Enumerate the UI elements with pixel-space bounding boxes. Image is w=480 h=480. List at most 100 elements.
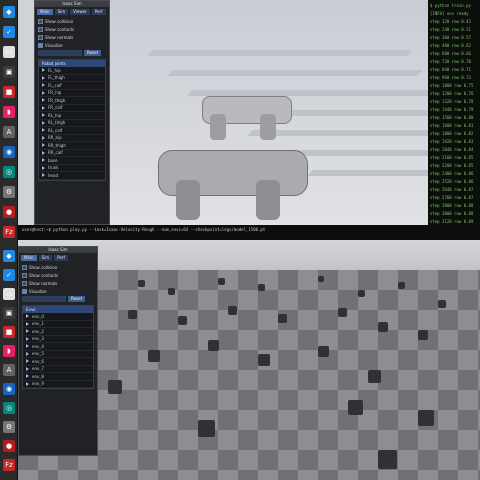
list-item[interactable]: env_5 [23, 351, 93, 358]
expand-arrow-icon[interactable] [42, 173, 45, 178]
settings-icon[interactable]: ⚙ [3, 421, 15, 433]
list-item[interactable]: FL_hip [39, 67, 105, 75]
mode-select[interactable] [38, 50, 82, 56]
list-item[interactable]: env_2 [23, 328, 93, 336]
option-row[interactable]: Visualize [19, 287, 97, 295]
list-item[interactable]: RL_calf [39, 127, 105, 135]
list-item[interactable]: trunk [39, 165, 105, 172]
expand-arrow-icon[interactable] [42, 68, 45, 73]
vscode-icon[interactable]: ◆ [3, 6, 15, 18]
option-row[interactable]: Show normals [35, 33, 109, 41]
terminal-output[interactable]: $ python train.py [INFO] env ready step 12… [428, 0, 480, 240]
expand-arrow-icon[interactable] [42, 105, 45, 110]
tab-sim[interactable]: Sim [54, 9, 69, 15]
reset-button[interactable]: Reset [68, 296, 86, 302]
option-checkbox[interactable] [38, 34, 43, 40]
option-row[interactable]: Show contacts [35, 25, 109, 33]
expand-arrow-icon[interactable] [26, 329, 29, 334]
expand-arrow-icon[interactable] [26, 314, 29, 319]
expand-arrow-icon[interactable] [26, 344, 29, 349]
file-icon[interactable]: ▭ [3, 288, 15, 300]
viewport-top[interactable] [110, 0, 480, 240]
option-checkbox[interactable] [22, 272, 27, 278]
a-app-icon[interactable]: A [3, 126, 15, 138]
teal-app-icon[interactable]: ◎ [3, 402, 15, 414]
check-app-icon[interactable]: ✓ [3, 269, 15, 281]
pink-app-icon[interactable]: ◗ [3, 345, 15, 357]
expand-arrow-icon[interactable] [42, 75, 45, 80]
option-row[interactable]: Show normals [19, 279, 97, 287]
filezilla-icon[interactable]: Fz [3, 459, 15, 471]
option-row[interactable]: Show collision [19, 263, 97, 271]
expand-arrow-icon[interactable] [26, 381, 29, 386]
list-item[interactable]: FL_thigh [39, 75, 105, 82]
option-checkbox[interactable] [38, 18, 43, 24]
red-app-2-icon[interactable]: ● [3, 440, 15, 452]
expand-arrow-icon[interactable] [26, 366, 29, 371]
blue-app-icon[interactable]: ◉ [3, 146, 15, 158]
list-item[interactable]: RR_hip [39, 135, 105, 142]
file-icon[interactable]: ▭ [3, 46, 15, 58]
bottom-viewer[interactable]: Isaac Sim Main Sim Perf Show collision Sh… [18, 240, 480, 480]
list-item[interactable]: env_1 [23, 321, 93, 328]
expand-arrow-icon[interactable] [42, 143, 45, 148]
red-app-icon[interactable]: ■ [3, 326, 15, 338]
expand-arrow-icon[interactable] [42, 120, 45, 125]
list-item[interactable]: env_0 [23, 313, 93, 321]
terminal-icon[interactable]: ▣ [3, 307, 15, 319]
option-row[interactable]: Show contacts [19, 271, 97, 279]
expand-arrow-icon[interactable] [26, 351, 29, 356]
list-item[interactable]: env_3 [23, 336, 93, 343]
a-app-icon[interactable]: A [3, 364, 15, 376]
settings-icon[interactable]: ⚙ [3, 186, 15, 198]
vscode-icon[interactable]: ◆ [3, 250, 15, 262]
expand-arrow-icon[interactable] [42, 90, 45, 95]
filezilla-icon[interactable]: Fz [3, 226, 15, 238]
list-item[interactable]: FR_calf [39, 105, 105, 112]
list-item[interactable]: head [39, 172, 105, 180]
expand-arrow-icon[interactable] [42, 165, 45, 170]
list-item[interactable]: RR_calf [39, 150, 105, 157]
expand-arrow-icon[interactable] [42, 158, 45, 163]
list-item[interactable]: env_7 [23, 366, 93, 373]
reset-button[interactable]: Reset [84, 50, 102, 56]
tab-main[interactable]: Main [37, 9, 53, 15]
option-checkbox[interactable] [22, 264, 27, 270]
list-item[interactable]: env_9 [23, 381, 93, 388]
list-item[interactable]: RL_hip [39, 112, 105, 120]
top-viewer[interactable]: Isaac Sim Main Sim Viewer Perf Show coll… [18, 0, 480, 240]
blue-app-icon[interactable]: ◉ [3, 383, 15, 395]
option-row[interactable]: Visualize [35, 41, 109, 49]
expand-arrow-icon[interactable] [42, 113, 45, 118]
list-item[interactable]: FR_hip [39, 90, 105, 97]
list-item[interactable]: env_4 [23, 343, 93, 351]
expand-arrow-icon[interactable] [42, 135, 45, 140]
command-line[interactable]: user@host:~$ python play.py --task=Isaac… [18, 225, 480, 240]
tab-perf[interactable]: Perf [54, 255, 68, 261]
expand-arrow-icon[interactable] [26, 359, 29, 364]
list-item[interactable]: FR_thigh [39, 97, 105, 105]
option-checkbox[interactable] [22, 288, 27, 294]
expand-arrow-icon[interactable] [42, 128, 45, 133]
terminal-icon[interactable]: ▣ [3, 66, 15, 78]
teal-app-icon[interactable]: ◎ [3, 166, 15, 178]
red-app-2-icon[interactable]: ● [3, 206, 15, 218]
list-item[interactable]: FL_calf [39, 82, 105, 90]
list-item[interactable]: env_6 [23, 358, 93, 366]
tab-perf[interactable]: Perf [91, 9, 106, 15]
pink-app-icon[interactable]: ◗ [3, 106, 15, 118]
expand-arrow-icon[interactable] [26, 321, 29, 326]
expand-arrow-icon[interactable] [42, 98, 45, 103]
list-item[interactable]: RR_thigh [39, 142, 105, 150]
option-row[interactable]: Show collision [35, 17, 109, 25]
expand-arrow-icon[interactable] [26, 336, 29, 341]
option-checkbox[interactable] [38, 26, 43, 32]
tab-main[interactable]: Main [21, 255, 37, 261]
list-item[interactable]: RL_thigh [39, 120, 105, 127]
option-checkbox[interactable] [38, 42, 43, 48]
red-app-icon[interactable]: ■ [3, 86, 15, 98]
mode-select[interactable] [22, 296, 66, 302]
option-checkbox[interactable] [22, 280, 27, 286]
tab-sim[interactable]: Sim [38, 255, 53, 261]
list-item[interactable]: env_8 [23, 373, 93, 381]
